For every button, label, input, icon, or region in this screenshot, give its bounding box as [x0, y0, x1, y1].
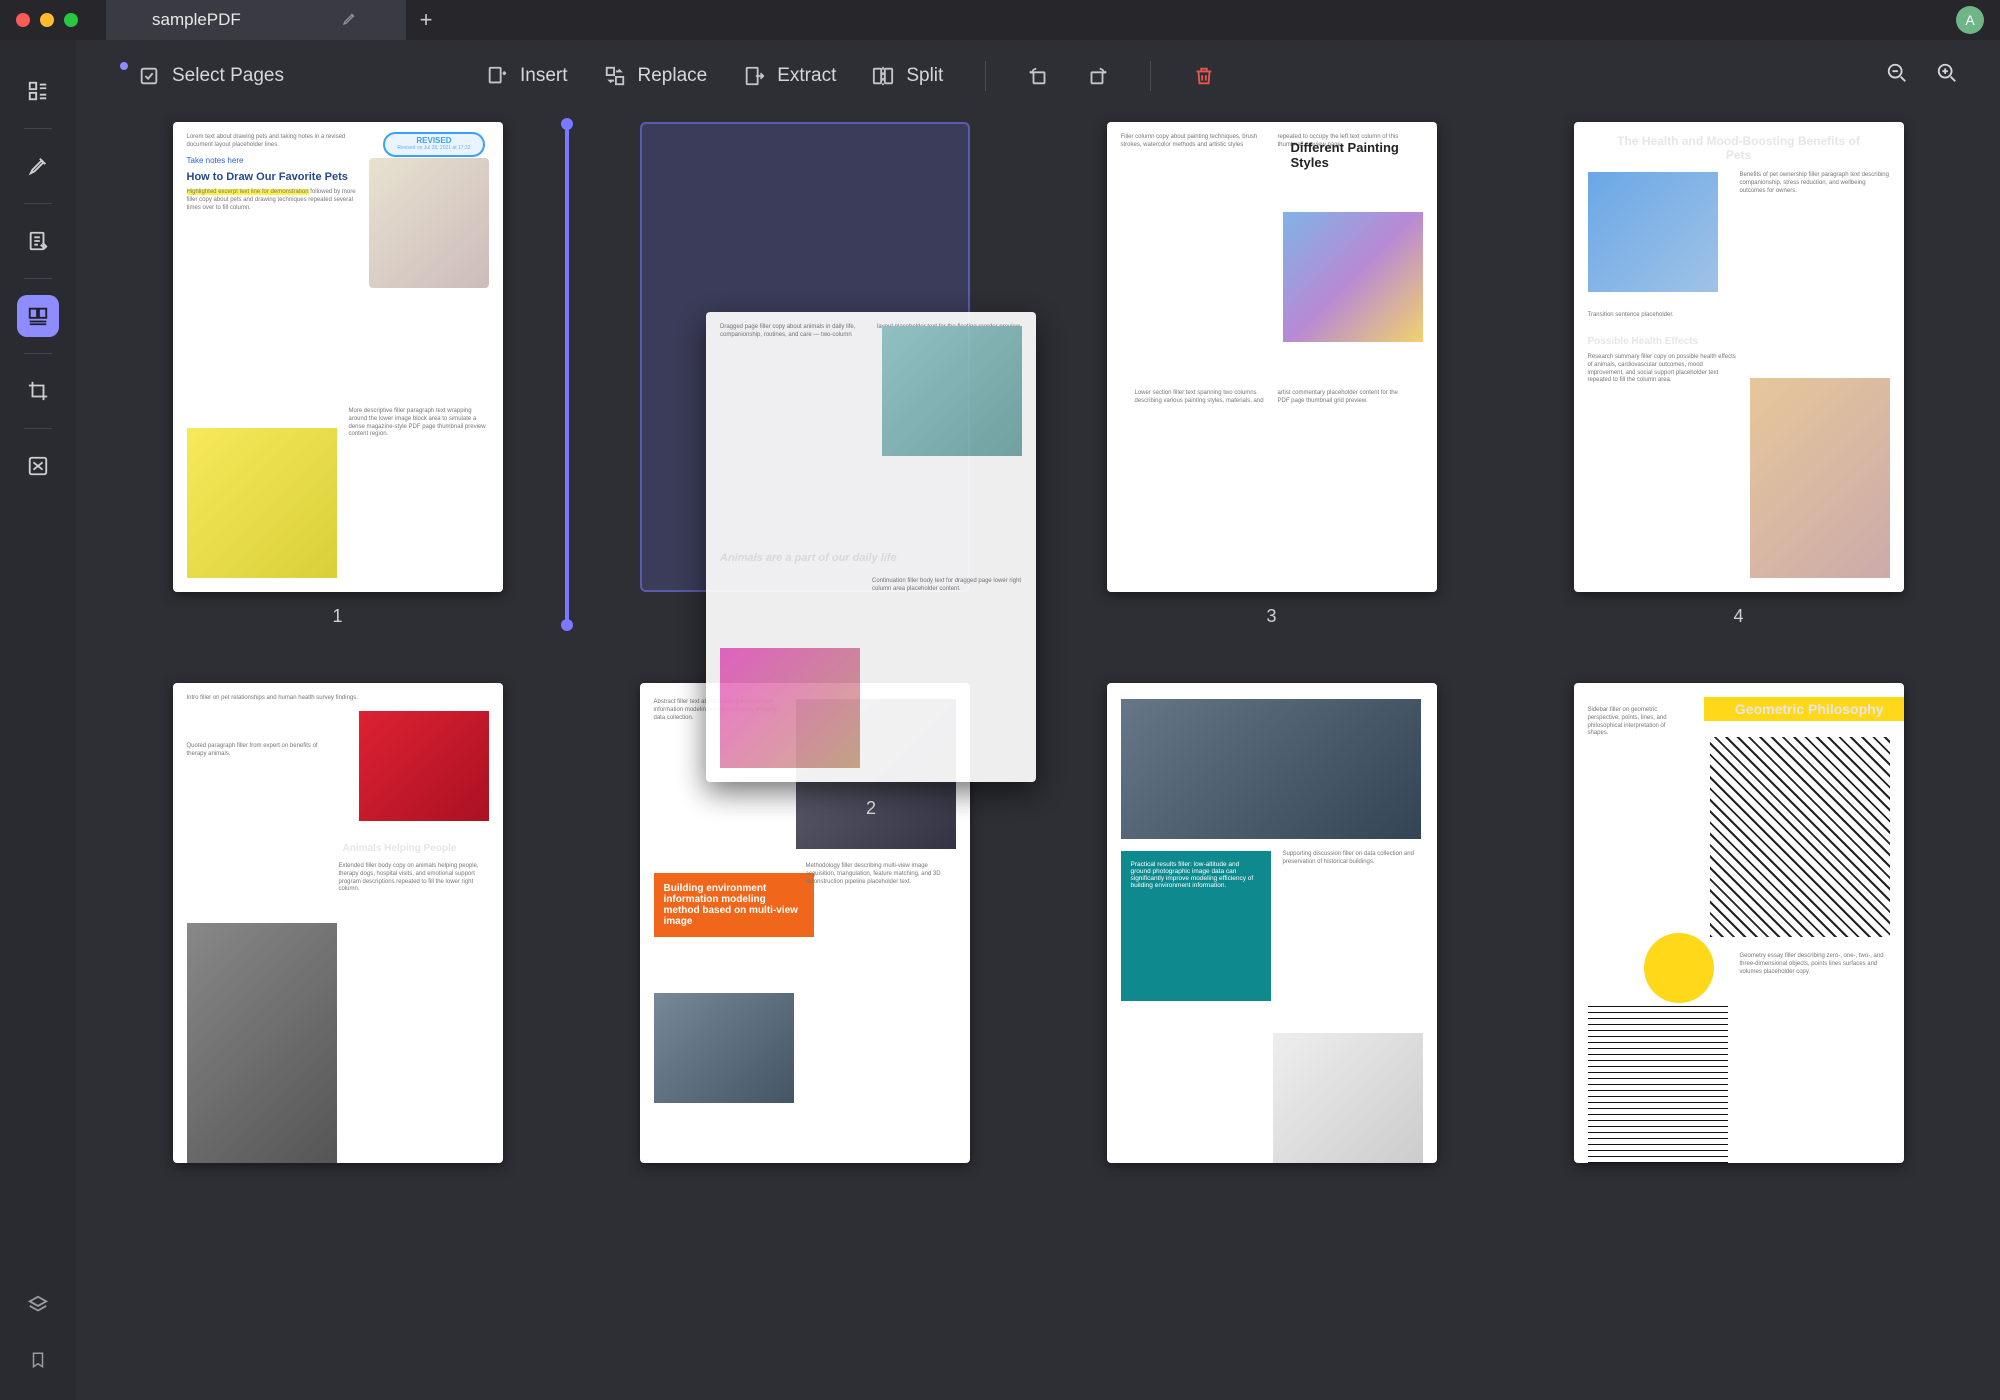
- page-thumb-1[interactable]: REVISEDRevised on Jul 28, 2021 at 17:32 …: [126, 122, 549, 627]
- tab-title: samplePDF: [152, 10, 241, 30]
- rail-bottom: [27, 1294, 49, 1376]
- page-thumb-7[interactable]: Practical results filler: low-altitude a…: [1060, 683, 1483, 1163]
- insert-label: Insert: [520, 65, 568, 87]
- page4-title: The Health and Mood-Boosting Benefits of…: [1574, 122, 1904, 168]
- rail-edit-page[interactable]: [17, 220, 59, 262]
- rail-crop[interactable]: [17, 370, 59, 412]
- titlebar: samplePDF + A: [0, 0, 2000, 40]
- toolbar: Select Pages Insert Replace Extract Spli…: [76, 40, 2000, 112]
- dragged-page[interactable]: Dragged page filler copy about animals i…: [706, 312, 1036, 782]
- rail-separator: [24, 128, 52, 129]
- split-label: Split: [906, 65, 943, 87]
- tab-strip: samplePDF +: [106, 0, 446, 40]
- page8-title: Geometric Philosophy: [1735, 701, 1884, 717]
- zoom-in-button[interactable]: [1936, 62, 1958, 90]
- replace-label: Replace: [638, 65, 708, 87]
- extract-button[interactable]: Extract: [743, 65, 836, 87]
- rail-page-organize[interactable]: [17, 295, 59, 337]
- page-thumb-3[interactable]: Filler column copy about painting techni…: [1060, 122, 1483, 627]
- app-body: Select Pages Insert Replace Extract Spli…: [0, 40, 2000, 1400]
- rail-redact[interactable]: [17, 445, 59, 487]
- drag-page-title: Animals are a part of our daily life: [720, 552, 897, 564]
- replace-button[interactable]: Replace: [604, 65, 708, 87]
- left-rail: [0, 40, 76, 1400]
- close-window-button[interactable]: [16, 13, 30, 27]
- main-area: Select Pages Insert Replace Extract Spli…: [76, 40, 2000, 1400]
- rail-separator: [24, 203, 52, 204]
- bookmark-icon[interactable]: [29, 1349, 47, 1376]
- insert-button[interactable]: Insert: [486, 65, 568, 87]
- rail-thumbnails[interactable]: [17, 70, 59, 112]
- revised-stamp: REVISEDRevised on Jul 28, 2021 at 17:32: [383, 132, 484, 157]
- delete-button[interactable]: [1193, 65, 1215, 87]
- page-thumb-4[interactable]: The Health and Mood-Boosting Benefits of…: [1527, 122, 1950, 627]
- select-pages-label: Select Pages: [172, 65, 284, 87]
- zoom-controls: [1886, 62, 1958, 90]
- rename-icon[interactable]: [342, 10, 358, 31]
- page-thumb-5[interactable]: Intro filler on pet relationships and hu…: [126, 683, 549, 1163]
- toolbar-divider: [985, 61, 986, 91]
- split-button[interactable]: Split: [872, 65, 943, 87]
- rail-highlight[interactable]: [17, 145, 59, 187]
- zoom-out-button[interactable]: [1886, 62, 1908, 90]
- page6-title: Building environment information modelin…: [654, 873, 814, 937]
- page4-sub: Possible Health Effects: [1588, 336, 1699, 347]
- layers-icon[interactable]: [27, 1294, 49, 1321]
- avatar-letter: A: [1965, 12, 1974, 28]
- page-thumb-8[interactable]: Geometric Philosophy Sidebar filler on g…: [1527, 683, 1950, 1163]
- insert-indicator: [565, 122, 569, 627]
- page3-title: Different Painting Styles: [1291, 140, 1421, 170]
- toolbar-divider: [1150, 61, 1151, 91]
- rail-separator: [24, 353, 52, 354]
- avatar[interactable]: A: [1956, 6, 1984, 34]
- page-grid: REVISEDRevised on Jul 28, 2021 at 17:32 …: [76, 112, 2000, 1400]
- minimize-window-button[interactable]: [40, 13, 54, 27]
- page-number: 1: [332, 606, 342, 627]
- dragged-page-number: 2: [866, 798, 876, 819]
- fullscreen-window-button[interactable]: [64, 13, 78, 27]
- extract-label: Extract: [777, 65, 836, 87]
- indicator-dot: [120, 62, 128, 70]
- window-controls: [16, 13, 78, 27]
- document-tab[interactable]: samplePDF: [106, 0, 406, 40]
- page5-sub: Animals Helping People: [343, 843, 457, 854]
- page-number: 4: [1733, 606, 1743, 627]
- rail-separator: [24, 278, 52, 279]
- rotate-right-button[interactable]: [1086, 65, 1108, 87]
- select-pages-button[interactable]: Select Pages: [118, 65, 284, 87]
- rotate-left-button[interactable]: [1028, 65, 1050, 87]
- page-number: 3: [1266, 606, 1276, 627]
- new-tab-button[interactable]: +: [406, 0, 446, 40]
- rail-separator: [24, 428, 52, 429]
